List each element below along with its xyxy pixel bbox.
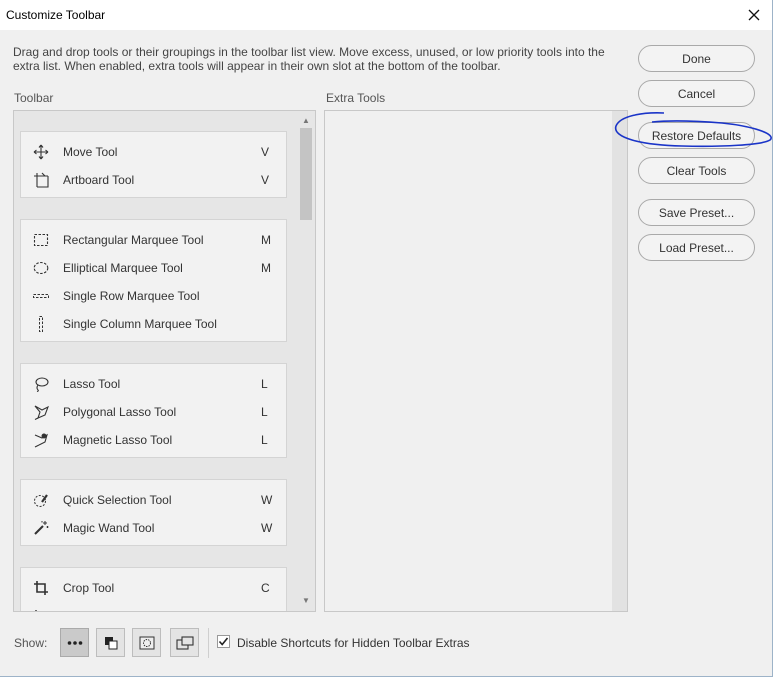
artboard-icon — [34, 172, 49, 188]
checkmark-icon — [218, 637, 229, 646]
tool-shortcut: W — [261, 521, 273, 535]
tool-shortcut: V — [261, 173, 270, 187]
scroll-up-icon[interactable]: ▲ — [302, 116, 310, 125]
divider — [208, 628, 209, 658]
quick-mask-icon — [139, 636, 154, 649]
show-extra-tools-button[interactable] — [60, 628, 89, 657]
scroll-down-icon[interactable]: ▼ — [302, 596, 310, 605]
tool-label: Single Column Marquee Tool — [63, 317, 217, 331]
show-screen-mode-button[interactable] — [170, 628, 199, 657]
clear-tools-button[interactable]: Clear Tools — [638, 157, 755, 184]
tool-item-column-marquee[interactable]: Single Column Marquee Tool — [21, 310, 286, 338]
disable-shortcuts-checkbox[interactable] — [217, 635, 230, 648]
tool-item-rect-marquee[interactable]: Rectangular Marquee Tool M — [21, 226, 286, 254]
tool-shortcut: C — [261, 581, 270, 595]
tool-shortcut: M — [261, 261, 271, 275]
show-label: Show: — [14, 636, 48, 650]
tool-shortcut: L — [261, 433, 268, 447]
tool-item-partial[interactable] — [21, 602, 286, 611]
disable-shortcuts-label[interactable]: Disable Shortcuts for Hidden Toolbar Ext… — [237, 636, 470, 650]
tool-label: Artboard Tool — [63, 173, 135, 187]
tool-label: Rectangular Marquee Tool — [63, 233, 204, 247]
row-marquee-icon — [33, 294, 49, 298]
tool-item-crop[interactable]: Crop Tool C — [21, 574, 286, 602]
tool-item-polygonal-lasso[interactable]: Polygonal Lasso Tool L — [21, 398, 286, 426]
quick-selection-icon — [34, 494, 48, 507]
save-preset-button[interactable]: Save Preset... — [638, 199, 755, 226]
tool-item-row-marquee[interactable]: Single Row Marquee Tool — [21, 282, 286, 310]
tool-item-lasso[interactable]: Lasso Tool L — [21, 370, 286, 398]
perspective-crop-icon — [35, 610, 37, 611]
dialog-title: Customize Toolbar — [6, 8, 106, 22]
magnetic-lasso-icon — [34, 433, 48, 448]
tool-label: Lasso Tool — [63, 377, 121, 391]
done-button[interactable]: Done — [638, 45, 755, 72]
cancel-button[interactable]: Cancel — [638, 80, 755, 107]
tool-group[interactable]: Lasso Tool L Polygonal Lasso Tool L Magn… — [20, 363, 287, 458]
tool-item-magic-wand[interactable]: Magic Wand Tool W — [21, 514, 286, 542]
move-icon — [33, 144, 49, 160]
tool-group[interactable]: Quick Selection Tool W Magic Wand Tool W — [20, 479, 287, 546]
description-text: Drag and drop tools or their groupings i… — [13, 45, 605, 73]
toolbar-list[interactable]: Move Tool V Artboard Tool V Rectangular … — [13, 110, 316, 612]
ellipse-marquee-icon — [33, 261, 49, 275]
tool-shortcut: M — [261, 233, 271, 247]
magic-wand-icon — [34, 521, 49, 535]
tool-label: Magnetic Lasso Tool — [63, 433, 173, 447]
tool-label: Quick Selection Tool — [63, 493, 172, 507]
tool-group[interactable]: Crop Tool C — [20, 567, 287, 611]
extra-tools-list[interactable] — [324, 110, 628, 612]
extra-tools-label: Extra Tools — [326, 91, 386, 105]
tool-label: Magic Wand Tool — [63, 521, 155, 535]
close-button[interactable] — [742, 3, 766, 27]
toolbar-list-label: Toolbar — [14, 91, 54, 105]
tool-label: Crop Tool — [63, 581, 115, 595]
polygonal-lasso-icon — [34, 405, 49, 420]
tool-shortcut: V — [261, 145, 270, 159]
show-color-swatches-button[interactable] — [96, 628, 125, 657]
more-icon — [67, 640, 82, 645]
tool-label: Polygonal Lasso Tool — [63, 405, 177, 419]
tool-item-move[interactable]: Move Tool V — [21, 138, 286, 166]
rect-marquee-icon — [33, 233, 49, 247]
tool-shortcut: W — [261, 493, 273, 507]
tool-item-magnetic-lasso[interactable]: Magnetic Lasso Tool L — [21, 426, 286, 454]
tool-shortcut: L — [261, 377, 268, 391]
tool-group[interactable]: Rectangular Marquee Tool M Elliptical Ma… — [20, 219, 287, 342]
extra-tools-scrollbar[interactable] — [612, 111, 627, 611]
toolbar-scrollbar-thumb[interactable] — [300, 128, 312, 220]
tool-shortcut: L — [261, 405, 268, 419]
tool-item-ellipse-marquee[interactable]: Elliptical Marquee Tool M — [21, 254, 286, 282]
tool-item-artboard[interactable]: Artboard Tool V — [21, 166, 286, 194]
title-bar: Customize Toolbar — [0, 0, 772, 30]
tool-label: Single Row Marquee Tool — [63, 289, 200, 303]
close-icon — [748, 9, 760, 21]
crop-icon — [34, 581, 48, 595]
customize-toolbar-dialog: Customize Toolbar Drag and drop tools or… — [0, 0, 773, 677]
restore-defaults-button[interactable]: Restore Defaults — [638, 122, 755, 149]
tool-label: Move Tool — [63, 145, 118, 159]
show-quick-mask-button[interactable] — [132, 628, 161, 657]
tool-label: Elliptical Marquee Tool — [63, 261, 183, 275]
tool-group[interactable]: Move Tool V Artboard Tool V — [20, 131, 287, 198]
lasso-icon — [35, 377, 49, 392]
column-marquee-icon — [39, 316, 43, 332]
swatches-icon — [104, 636, 117, 649]
tool-item-quick-selection[interactable]: Quick Selection Tool W — [21, 486, 286, 514]
load-preset-button[interactable]: Load Preset... — [638, 234, 755, 261]
screen-mode-icon — [175, 635, 194, 650]
